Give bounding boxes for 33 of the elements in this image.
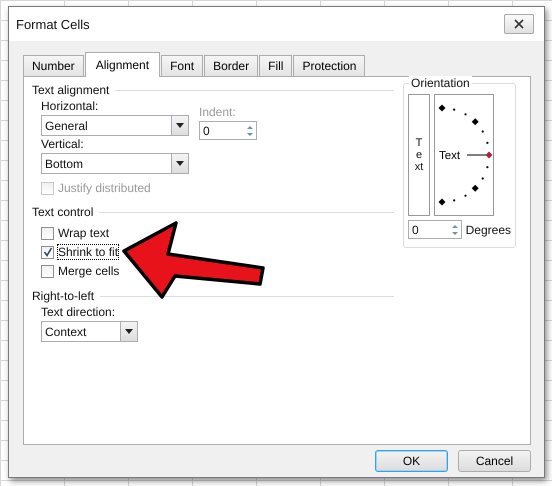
field-label: Vertical: bbox=[41, 137, 84, 151]
close-button[interactable] bbox=[504, 14, 534, 34]
field-label: Horizontal: bbox=[41, 99, 98, 113]
tab[interactable]: Protection bbox=[293, 55, 366, 76]
tab[interactable]: Number bbox=[23, 55, 84, 76]
tab[interactable]: Fill bbox=[259, 55, 292, 76]
checkbox[interactable]: Wrap text bbox=[41, 224, 110, 242]
check-icon bbox=[42, 247, 52, 257]
dropdown-arrow-icon bbox=[176, 161, 184, 166]
orientation-dial[interactable]: Text bbox=[434, 94, 494, 216]
section-heading: Text alignment bbox=[32, 83, 110, 97]
field-label: Indent: bbox=[199, 105, 237, 119]
tab[interactable]: Alignment bbox=[84, 52, 160, 77]
section-heading: Text control bbox=[32, 205, 94, 219]
spin-field[interactable]: 0 bbox=[408, 220, 462, 239]
checkbox[interactable]: Merge cells bbox=[41, 262, 120, 280]
window-title: Format Cells bbox=[16, 16, 90, 32]
field-label: Degrees bbox=[466, 222, 511, 236]
dropdown[interactable]: Context bbox=[41, 321, 138, 342]
section-heading: Orientation bbox=[409, 76, 472, 90]
tab[interactable]: Border bbox=[204, 55, 258, 76]
dropdown-arrow-icon bbox=[125, 329, 133, 334]
dialog-button[interactable]: OK bbox=[375, 450, 448, 472]
dropdown[interactable]: General bbox=[41, 115, 189, 136]
dialog-button[interactable]: Cancel bbox=[458, 450, 531, 472]
tab[interactable]: Font bbox=[161, 55, 204, 76]
field-label: Text direction: bbox=[41, 305, 116, 319]
close-icon bbox=[514, 19, 524, 29]
section-heading: Right-to-left bbox=[32, 289, 94, 303]
dropdown-arrow-icon bbox=[176, 123, 184, 128]
dropdown[interactable]: Bottom bbox=[41, 153, 189, 174]
checkbox[interactable]: Shrink to fit bbox=[41, 243, 118, 261]
vertical-text-button[interactable]: Text bbox=[408, 94, 430, 216]
